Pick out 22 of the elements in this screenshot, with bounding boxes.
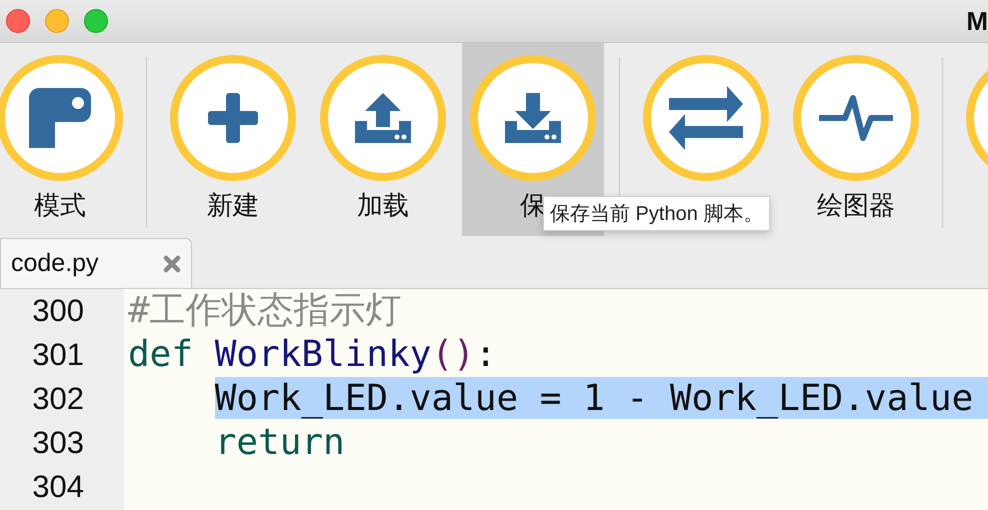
line-number: 301 (31, 336, 85, 374)
window-title: M (966, 6, 988, 36)
tab-label: code.py (11, 249, 100, 278)
mode-icon (29, 88, 91, 148)
window-zoom-button[interactable] (84, 9, 108, 33)
line-number: 304 (31, 468, 85, 506)
line-number: 302 (31, 380, 85, 418)
waveform-icon (819, 92, 893, 144)
line-number: 300 (31, 292, 85, 330)
tooltip: 保存当前 Python 脚本。 (543, 196, 770, 231)
download-icon (505, 93, 561, 143)
code-line: def WorkBlinky(): (128, 333, 498, 377)
code-line: #工作状态指示灯 (128, 289, 403, 333)
close-icon[interactable] (163, 254, 181, 272)
code-line: return (214, 421, 346, 465)
line-number: 303 (31, 424, 85, 462)
swap-icon (669, 86, 743, 150)
upload-icon (355, 93, 411, 143)
editor-tab[interactable]: code.py (0, 238, 192, 288)
plus-icon (208, 93, 258, 143)
window-minimize-button[interactable] (45, 9, 69, 33)
window-close-button[interactable] (6, 9, 30, 33)
